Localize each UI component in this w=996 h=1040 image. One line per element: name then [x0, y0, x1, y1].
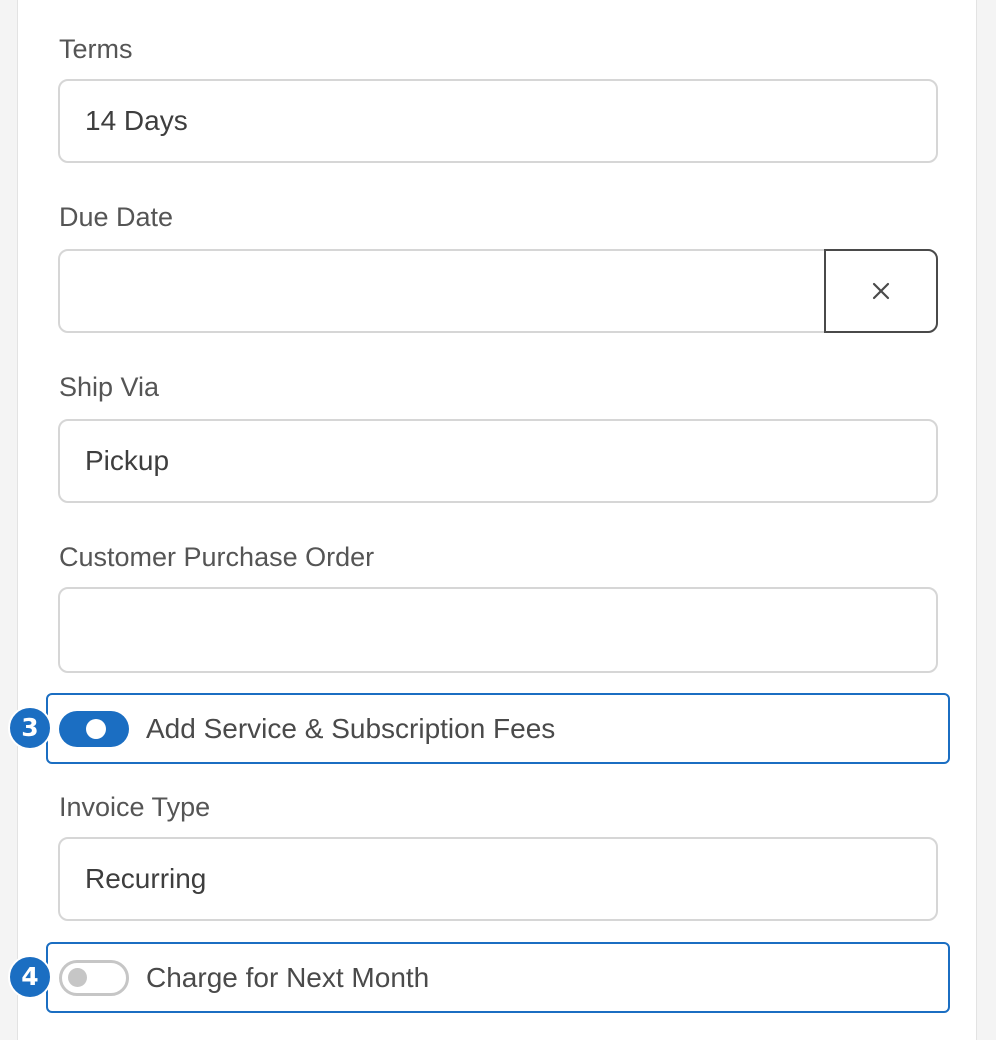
terms-select[interactable]: 14 Days — [58, 79, 938, 163]
customer-po-label: Customer Purchase Order — [59, 542, 375, 572]
invoice-type-value: Recurring — [85, 863, 207, 894]
toggle-knob — [68, 968, 87, 987]
step-badge-3: 3 — [8, 706, 52, 750]
service-fees-label: Add Service & Subscription Fees — [146, 712, 556, 744]
step-badge-4: 4 — [8, 955, 52, 999]
service-fees-toggle[interactable] — [59, 710, 129, 747]
ship-via-value: Pickup — [85, 445, 170, 476]
next-month-toggle[interactable] — [59, 959, 129, 996]
toggle-knob — [86, 718, 106, 739]
invoice-type-label: Invoice Type — [59, 792, 211, 822]
terms-label: Terms — [59, 34, 133, 64]
ship-via-label: Ship Via — [59, 372, 160, 402]
close-icon — [872, 282, 890, 300]
due-date-label: Due Date — [59, 202, 174, 232]
ship-via-select[interactable]: Pickup — [58, 419, 938, 503]
due-date-field[interactable] — [58, 249, 938, 333]
invoice-type-select[interactable]: Recurring — [58, 837, 938, 921]
service-fees-toggle-row[interactable]: Add Service & Subscription Fees — [46, 693, 950, 764]
customer-po-input[interactable] — [58, 587, 938, 673]
next-month-toggle-row[interactable]: Charge for Next Month — [46, 942, 950, 1013]
terms-value: 14 Days — [85, 105, 188, 136]
due-date-clear-button[interactable] — [824, 249, 938, 333]
next-month-label: Charge for Next Month — [146, 961, 430, 993]
